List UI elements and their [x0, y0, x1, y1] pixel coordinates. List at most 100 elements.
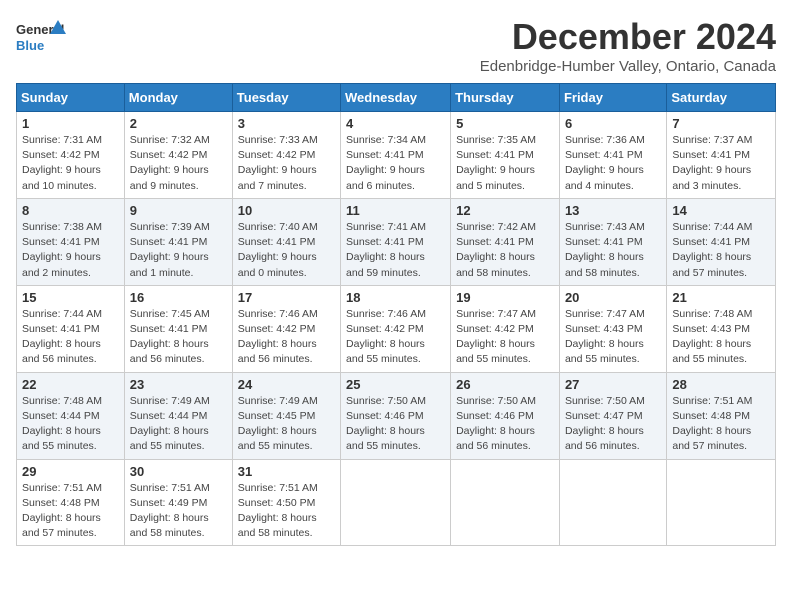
day-number: 9: [130, 203, 227, 218]
day-number: 8: [22, 203, 119, 218]
day-number: 23: [130, 377, 227, 392]
day-number: 22: [22, 377, 119, 392]
day-detail: Sunrise: 7:33 AM Sunset: 4:42 PM Dayligh…: [238, 133, 335, 194]
calendar-cell: 10 Sunrise: 7:40 AM Sunset: 4:41 PM Dayli…: [232, 198, 340, 285]
day-number: 15: [22, 290, 119, 305]
day-detail: Sunrise: 7:51 AM Sunset: 4:48 PM Dayligh…: [22, 481, 119, 542]
day-number: 19: [456, 290, 554, 305]
calendar-cell: [451, 459, 560, 546]
day-number: 12: [456, 203, 554, 218]
day-detail: Sunrise: 7:51 AM Sunset: 4:48 PM Dayligh…: [672, 394, 770, 455]
calendar-cell: 7 Sunrise: 7:37 AM Sunset: 4:41 PM Daylig…: [667, 112, 776, 199]
calendar-cell: 13 Sunrise: 7:43 AM Sunset: 4:41 PM Dayli…: [559, 198, 666, 285]
day-detail: Sunrise: 7:42 AM Sunset: 4:41 PM Dayligh…: [456, 220, 554, 281]
col-header-thursday: Thursday: [451, 84, 560, 112]
svg-text:Blue: Blue: [16, 38, 44, 53]
logo-svg: General Blue: [16, 16, 66, 60]
calendar-cell: 17 Sunrise: 7:46 AM Sunset: 4:42 PM Dayli…: [232, 285, 340, 372]
day-number: 1: [22, 116, 119, 131]
calendar-cell: 2 Sunrise: 7:32 AM Sunset: 4:42 PM Daylig…: [124, 112, 232, 199]
day-number: 28: [672, 377, 770, 392]
col-header-wednesday: Wednesday: [341, 84, 451, 112]
col-header-tuesday: Tuesday: [232, 84, 340, 112]
day-detail: Sunrise: 7:50 AM Sunset: 4:47 PM Dayligh…: [565, 394, 661, 455]
calendar-cell: 23 Sunrise: 7:49 AM Sunset: 4:44 PM Dayli…: [124, 372, 232, 459]
day-number: 17: [238, 290, 335, 305]
day-number: 11: [346, 203, 445, 218]
day-detail: Sunrise: 7:45 AM Sunset: 4:41 PM Dayligh…: [130, 307, 227, 368]
calendar-cell: 1 Sunrise: 7:31 AM Sunset: 4:42 PM Daylig…: [17, 112, 125, 199]
day-detail: Sunrise: 7:37 AM Sunset: 4:41 PM Dayligh…: [672, 133, 770, 194]
day-detail: Sunrise: 7:43 AM Sunset: 4:41 PM Dayligh…: [565, 220, 661, 281]
col-header-friday: Friday: [559, 84, 666, 112]
day-number: 18: [346, 290, 445, 305]
day-number: 16: [130, 290, 227, 305]
day-detail: Sunrise: 7:34 AM Sunset: 4:41 PM Dayligh…: [346, 133, 445, 194]
day-number: 26: [456, 377, 554, 392]
day-detail: Sunrise: 7:39 AM Sunset: 4:41 PM Dayligh…: [130, 220, 227, 281]
calendar-cell: 21 Sunrise: 7:48 AM Sunset: 4:43 PM Dayli…: [667, 285, 776, 372]
calendar-cell: 29 Sunrise: 7:51 AM Sunset: 4:48 PM Dayli…: [17, 459, 125, 546]
calendar-cell: 5 Sunrise: 7:35 AM Sunset: 4:41 PM Daylig…: [451, 112, 560, 199]
col-header-monday: Monday: [124, 84, 232, 112]
location-title: Edenbridge-Humber Valley, Ontario, Canad…: [480, 58, 776, 75]
day-number: 21: [672, 290, 770, 305]
calendar-cell: 19 Sunrise: 7:47 AM Sunset: 4:42 PM Dayli…: [451, 285, 560, 372]
calendar-cell: 4 Sunrise: 7:34 AM Sunset: 4:41 PM Daylig…: [341, 112, 451, 199]
day-detail: Sunrise: 7:31 AM Sunset: 4:42 PM Dayligh…: [22, 133, 119, 194]
day-detail: Sunrise: 7:47 AM Sunset: 4:42 PM Dayligh…: [456, 307, 554, 368]
calendar-cell: 31 Sunrise: 7:51 AM Sunset: 4:50 PM Dayli…: [232, 459, 340, 546]
calendar-cell: [667, 459, 776, 546]
day-number: 20: [565, 290, 661, 305]
calendar-cell: 18Sunrise: 7:46 AM Sunset: 4:42 PM Dayli…: [341, 285, 451, 372]
calendar-table: SundayMondayTuesdayWednesdayThursdayFrid…: [16, 83, 776, 546]
calendar-cell: 30 Sunrise: 7:51 AM Sunset: 4:49 PM Dayli…: [124, 459, 232, 546]
day-detail: Sunrise: 7:48 AM Sunset: 4:43 PM Dayligh…: [672, 307, 770, 368]
day-number: 13: [565, 203, 661, 218]
calendar-cell: [341, 459, 451, 546]
day-number: 3: [238, 116, 335, 131]
day-number: 14: [672, 203, 770, 218]
day-detail: Sunrise: 7:36 AM Sunset: 4:41 PM Dayligh…: [565, 133, 661, 194]
col-header-sunday: Sunday: [17, 84, 125, 112]
day-detail: Sunrise: 7:44 AM Sunset: 4:41 PM Dayligh…: [672, 220, 770, 281]
day-detail: Sunrise: 7:49 AM Sunset: 4:44 PM Dayligh…: [130, 394, 227, 455]
calendar-cell: 8 Sunrise: 7:38 AM Sunset: 4:41 PM Daylig…: [17, 198, 125, 285]
day-number: 5: [456, 116, 554, 131]
day-number: 30: [130, 464, 227, 479]
calendar-cell: 26 Sunrise: 7:50 AM Sunset: 4:46 PM Dayli…: [451, 372, 560, 459]
calendar-cell: 15 Sunrise: 7:44 AM Sunset: 4:41 PM Dayli…: [17, 285, 125, 372]
day-detail: Sunrise: 7:35 AM Sunset: 4:41 PM Dayligh…: [456, 133, 554, 194]
day-detail: Sunrise: 7:51 AM Sunset: 4:49 PM Dayligh…: [130, 481, 227, 542]
calendar-cell: 25Sunrise: 7:50 AM Sunset: 4:46 PM Dayli…: [341, 372, 451, 459]
day-number: 7: [672, 116, 770, 131]
day-number: 27: [565, 377, 661, 392]
day-detail: Sunrise: 7:51 AM Sunset: 4:50 PM Dayligh…: [238, 481, 335, 542]
day-detail: Sunrise: 7:47 AM Sunset: 4:43 PM Dayligh…: [565, 307, 661, 368]
day-detail: Sunrise: 7:40 AM Sunset: 4:41 PM Dayligh…: [238, 220, 335, 281]
title-area: December 2024 Edenbridge-Humber Valley, …: [480, 16, 776, 75]
calendar-cell: 14 Sunrise: 7:44 AM Sunset: 4:41 PM Dayli…: [667, 198, 776, 285]
col-header-saturday: Saturday: [667, 84, 776, 112]
calendar-cell: 3 Sunrise: 7:33 AM Sunset: 4:42 PM Daylig…: [232, 112, 340, 199]
day-number: 24: [238, 377, 335, 392]
day-detail: Sunrise: 7:44 AM Sunset: 4:41 PM Dayligh…: [22, 307, 119, 368]
day-detail: Sunrise: 7:48 AM Sunset: 4:44 PM Dayligh…: [22, 394, 119, 455]
day-number: 31: [238, 464, 335, 479]
calendar-cell: 11Sunrise: 7:41 AM Sunset: 4:41 PM Dayli…: [341, 198, 451, 285]
day-number: 25: [346, 377, 445, 392]
calendar-cell: [559, 459, 666, 546]
day-detail: Sunrise: 7:50 AM Sunset: 4:46 PM Dayligh…: [456, 394, 554, 455]
day-detail: Sunrise: 7:32 AM Sunset: 4:42 PM Dayligh…: [130, 133, 227, 194]
month-title: December 2024: [480, 16, 776, 58]
day-number: 10: [238, 203, 335, 218]
calendar-cell: 20 Sunrise: 7:47 AM Sunset: 4:43 PM Dayli…: [559, 285, 666, 372]
day-detail: Sunrise: 7:38 AM Sunset: 4:41 PM Dayligh…: [22, 220, 119, 281]
day-detail: Sunrise: 7:46 AM Sunset: 4:42 PM Dayligh…: [238, 307, 335, 368]
day-number: 29: [22, 464, 119, 479]
calendar-cell: 22 Sunrise: 7:48 AM Sunset: 4:44 PM Dayli…: [17, 372, 125, 459]
day-number: 2: [130, 116, 227, 131]
calendar-cell: 24Sunrise: 7:49 AM Sunset: 4:45 PM Dayli…: [232, 372, 340, 459]
day-number: 4: [346, 116, 445, 131]
calendar-cell: 16 Sunrise: 7:45 AM Sunset: 4:41 PM Dayli…: [124, 285, 232, 372]
